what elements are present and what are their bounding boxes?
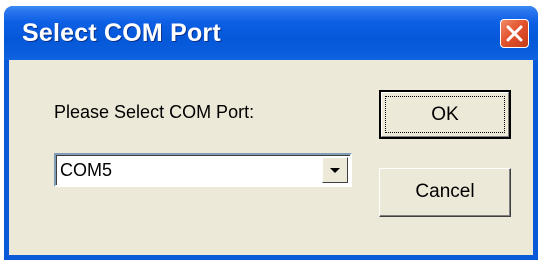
window-title: Select COM Port — [22, 19, 221, 47]
close-button[interactable] — [500, 19, 529, 48]
close-icon — [506, 25, 523, 42]
cancel-button[interactable]: Cancel — [379, 168, 511, 217]
dropdown-arrow-icon — [330, 168, 340, 173]
select-com-port-dialog: Select COM Port Please Select COM Port: … — [4, 6, 538, 260]
title-bar[interactable]: Select COM Port — [4, 6, 538, 60]
com-port-select[interactable]: COM5 — [54, 153, 352, 187]
ok-button-focus-rect — [385, 96, 505, 133]
com-port-prompt-label: Please Select COM Port: — [54, 102, 255, 122]
cancel-button-label: Cancel — [415, 181, 475, 202]
dialog-body: Please Select COM Port: COM5 OK Cancel — [9, 60, 533, 255]
com-port-selected-value: COM5 — [60, 160, 113, 180]
ok-button[interactable]: OK — [379, 90, 511, 139]
dropdown-button[interactable] — [322, 157, 348, 183]
